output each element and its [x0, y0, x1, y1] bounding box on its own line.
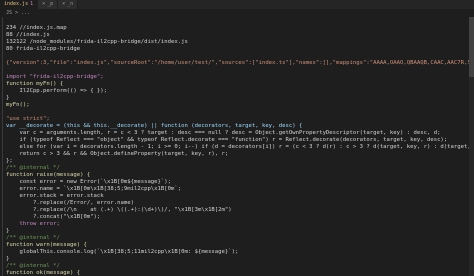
code-line[interactable]: function ok(message) { [0, 269, 474, 276]
breadcrumb[interactable]: JS > ... [0, 9, 474, 17]
close-icon[interactable]: × [62, 0, 65, 9]
tab-n[interactable]: × _n [58, 0, 79, 9]
tab-bar: index.js 1 × _p × _n [0, 0, 474, 9]
tab-marker: 1 [30, 1, 34, 7]
close-icon[interactable]: × [42, 0, 45, 9]
tab-label: _n [67, 1, 74, 7]
tab-label: index.js [4, 1, 29, 7]
code-editor[interactable]: 234 //index.js.map 88 //index.js 132122 /n… [0, 17, 474, 276]
indent-guide [2, 269, 3, 276]
tab-index-js[interactable]: index.js 1 [0, 0, 39, 9]
tab-p[interactable]: × _p [38, 0, 59, 9]
scrollbar-thumb[interactable] [469, 17, 474, 77]
code-text: function ok(message) { [6, 270, 81, 276]
tab-label: _p [47, 1, 54, 7]
